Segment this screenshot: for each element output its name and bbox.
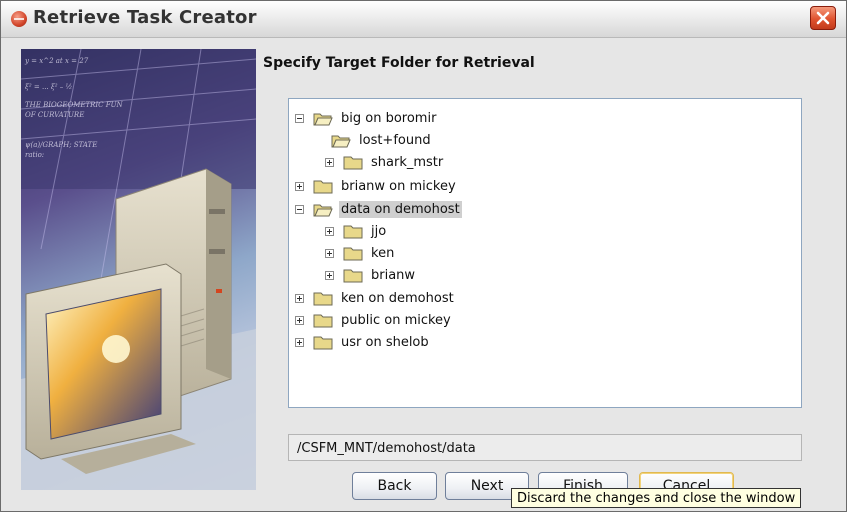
expand-toggle-icon[interactable] bbox=[295, 337, 304, 347]
tree-item-lost-found[interactable]: lost+found bbox=[313, 129, 433, 151]
collapse-toggle-icon[interactable] bbox=[295, 204, 304, 214]
svg-text:ξ² = ... ξ² – ½: ξ² = ... ξ² – ½ bbox=[25, 83, 72, 91]
folder-icon bbox=[343, 156, 363, 169]
app-logo-icon bbox=[11, 11, 27, 27]
tree-item-label: big on boromir bbox=[341, 110, 437, 126]
close-icon bbox=[816, 11, 830, 25]
tree-item-ken-on-demohost[interactable]: ken on demohost bbox=[295, 287, 456, 309]
folder-icon bbox=[343, 247, 363, 260]
tree-item-big-on-boromir[interactable]: big on boromir bbox=[295, 107, 438, 129]
dialog-window: Retrieve Task Creator y = x^2 at x = 27 … bbox=[0, 0, 847, 512]
tree-item-label: usr on shelob bbox=[341, 334, 429, 350]
expand-toggle-icon[interactable] bbox=[325, 226, 334, 236]
folder-icon bbox=[313, 180, 333, 193]
svg-text:OF CURVATURE: OF CURVATURE bbox=[25, 111, 84, 119]
cancel-tooltip: Discard the changes and close the window bbox=[511, 488, 802, 508]
tree-item-data-on-demohost[interactable]: data on demohost bbox=[295, 198, 462, 220]
expand-toggle-icon[interactable] bbox=[325, 270, 334, 280]
tree-item-brianw-on-mickey[interactable]: brianw on mickey bbox=[295, 175, 458, 197]
folder-icon bbox=[313, 336, 333, 349]
svg-text:ratio:: ratio: bbox=[25, 151, 44, 159]
tree-item-label: brianw on mickey bbox=[341, 178, 456, 194]
collapse-toggle-icon[interactable] bbox=[295, 113, 304, 123]
page-heading: Specify Target Folder for Retrieval bbox=[263, 55, 535, 71]
tree-item-label: ken bbox=[371, 245, 395, 261]
tree-item-label: lost+found bbox=[359, 132, 431, 148]
window-title: Retrieve Task Creator bbox=[33, 7, 257, 28]
wizard-side-image: y = x^2 at x = 27 ξ² = ... ξ² – ½ THE BI… bbox=[21, 49, 256, 490]
folder-open-icon bbox=[313, 113, 333, 125]
tree-item-label: jjo bbox=[371, 223, 387, 239]
expand-toggle-icon[interactable] bbox=[295, 181, 304, 191]
tree-item-usr-on-shelob[interactable]: usr on shelob bbox=[295, 331, 431, 353]
svg-text:ψ(a)/GRAPH; STATE: ψ(a)/GRAPH; STATE bbox=[25, 141, 97, 149]
folder-open-icon bbox=[313, 204, 333, 216]
tree-item-public-on-mickey[interactable]: public on mickey bbox=[295, 309, 453, 331]
title-bar[interactable]: Retrieve Task Creator bbox=[1, 1, 846, 38]
folder-tree[interactable]: big on boromir lost+found shark_mstr bri… bbox=[288, 98, 802, 408]
tree-item-label-selected: data on demohost bbox=[339, 200, 462, 218]
folder-icon bbox=[343, 269, 363, 282]
expand-toggle-icon[interactable] bbox=[295, 293, 304, 303]
close-button[interactable] bbox=[810, 6, 836, 30]
selected-path-field[interactable]: /CSFM_MNT/demohost/data bbox=[288, 434, 802, 461]
expand-toggle-icon[interactable] bbox=[325, 248, 334, 258]
folder-icon bbox=[343, 225, 363, 238]
tree-item-label: ken on demohost bbox=[341, 290, 454, 306]
expand-toggle-icon[interactable] bbox=[295, 315, 304, 325]
tree-item-jjo[interactable]: jjo bbox=[325, 220, 388, 242]
tree-item-label: shark_mstr bbox=[371, 154, 444, 170]
expand-toggle-icon[interactable] bbox=[325, 157, 334, 167]
folder-open-icon bbox=[331, 135, 351, 147]
tree-item-label: brianw bbox=[371, 267, 416, 283]
tree-item-shark-mstr[interactable]: shark_mstr bbox=[325, 151, 445, 173]
tree-item-ken[interactable]: ken bbox=[325, 242, 396, 264]
tree-item-label: public on mickey bbox=[341, 312, 451, 328]
svg-text:y = x^2 at x = 27: y = x^2 at x = 27 bbox=[24, 57, 89, 65]
folder-icon bbox=[313, 292, 333, 305]
tree-item-brianw[interactable]: brianw bbox=[325, 264, 417, 286]
back-button[interactable]: Back bbox=[352, 472, 437, 500]
folder-icon bbox=[313, 314, 333, 327]
svg-text:THE BIOGEOMETRIC FUN: THE BIOGEOMETRIC FUN bbox=[25, 101, 124, 109]
